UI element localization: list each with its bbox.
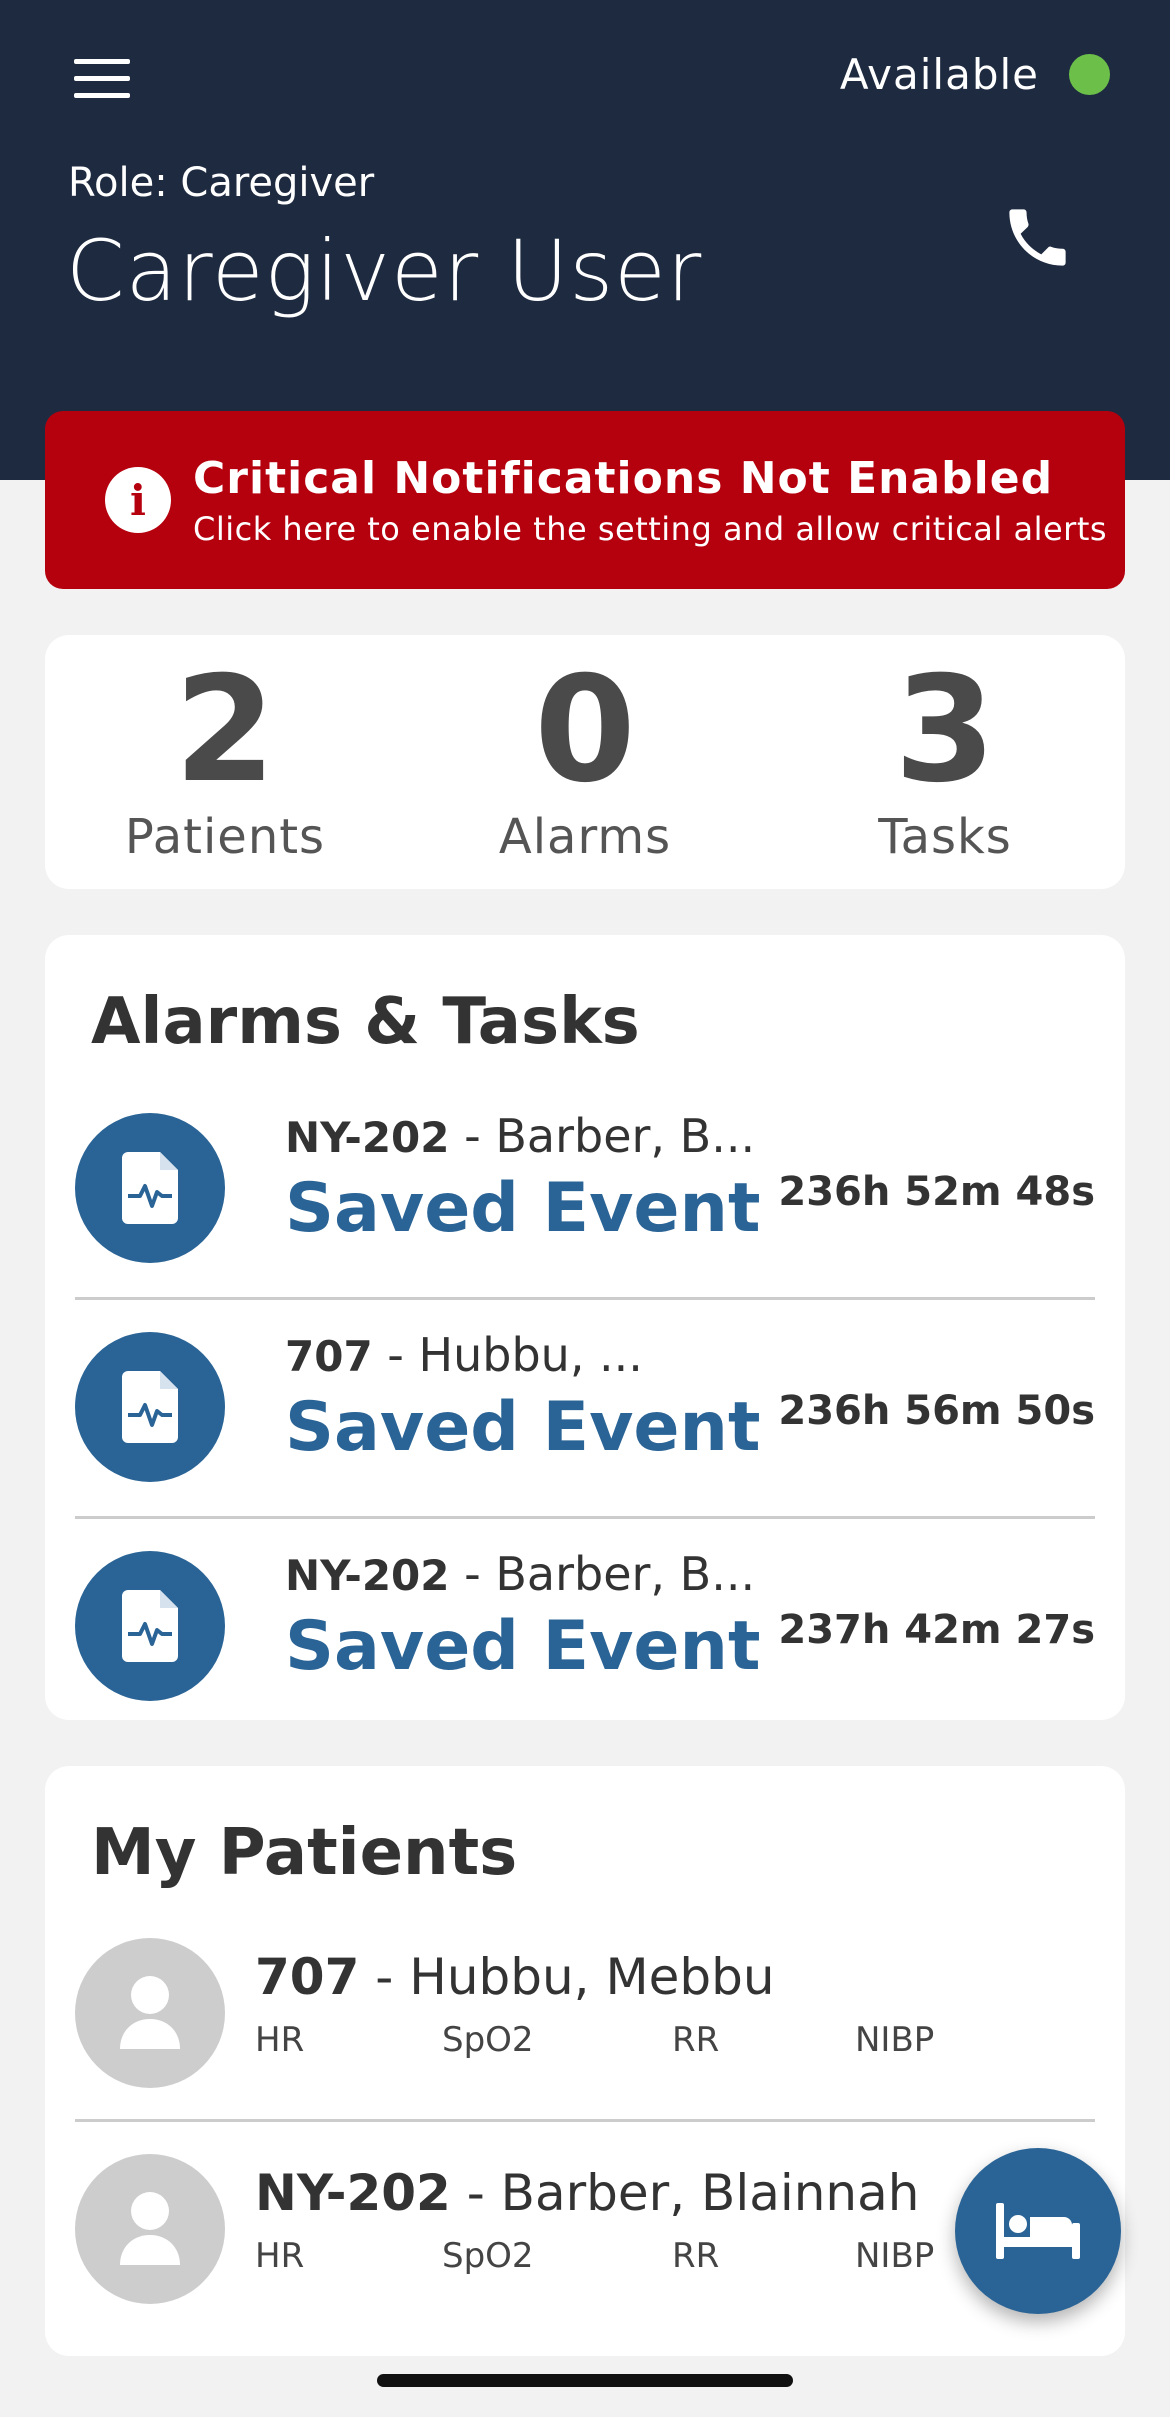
alarm-row[interactable]: 707 - Hubbu, ... Saved Event 236h 56m 50… [75,1300,1095,1519]
alarm-patient-name: Hubbu, ... [418,1328,643,1382]
stat-alarms[interactable]: 0 Alarms [405,635,765,889]
app-header: Available Role: Caregiver Caregiver User [0,0,1170,480]
patient-name: 707 - Hubbu, Mebbu [255,1948,775,2006]
patient-avatar-icon [75,1938,225,2088]
vital-hr: HR [255,2236,305,2276]
alarm-elapsed: 236h 56m 50s [778,1388,1095,1434]
alarm-separator: - [372,1328,419,1382]
stat-tasks[interactable]: 3 Tasks [765,635,1125,889]
alarm-separator: - [449,1547,496,1601]
saved-event-icon [75,1551,225,1701]
stat-value: 3 [894,645,996,815]
patient-row[interactable]: NY-202 - Barber, Blainnah HR SpO2 RR NIB… [75,2122,1095,2338]
alarm-row[interactable]: NY-202 - Barber, B... Saved Event 236h 5… [75,1081,1095,1300]
stat-value: 2 [174,645,276,815]
stat-label: Alarms [498,809,672,865]
vital-nibp: NIBP [855,2236,935,2276]
alarm-patient-name: Barber, B... [495,1109,756,1163]
alarm-room: NY-202 [285,1113,450,1162]
vital-spo2: SpO2 [442,2236,534,2276]
patient-full-name: Hubbu, Mebbu [409,1948,775,2006]
patient-separator: - [359,1948,410,2006]
stat-patients[interactable]: 2 Patients [45,635,405,889]
summary-card: 2 Patients 0 Alarms 3 Tasks [45,635,1125,889]
stat-label: Patients [124,809,326,865]
patient-full-name: Barber, Blainnah [500,2164,920,2222]
alarm-event-type: Saved Event [285,1388,761,1467]
vital-hr: HR [255,2020,305,2060]
alarm-elapsed: 236h 52m 48s [778,1169,1095,1215]
patient-avatar-icon [75,2154,225,2304]
patient-separator: - [450,2164,501,2222]
role-label: Role: Caregiver [68,160,375,206]
alarms-tasks-card: Alarms & Tasks NY-202 - Barber, B... Sav… [45,935,1125,1720]
bed-icon [996,2203,1080,2259]
alarm-patient: 707 - Hubbu, ... [285,1328,775,1382]
alarm-patient: NY-202 - Barber, B... [285,1547,775,1601]
vital-nibp: NIBP [855,2020,935,2060]
availability-status[interactable]: Available [840,50,1110,99]
banner-subtitle: Click here to enable the setting and all… [193,509,1108,548]
alarm-room: NY-202 [285,1551,450,1600]
availability-label: Available [839,50,1039,99]
saved-event-icon [75,1332,225,1482]
phone-icon[interactable] [1000,200,1075,275]
alarm-elapsed: 237h 42m 27s [778,1607,1095,1653]
hamburger-menu-icon[interactable] [74,59,130,99]
info-icon: i [105,467,171,533]
home-indicator[interactable] [377,2374,793,2387]
bed-fab-button[interactable] [955,2148,1121,2314]
section-title: Alarms & Tasks [91,985,640,1059]
section-title: My Patients [91,1816,518,1890]
alarm-row[interactable]: NY-202 - Barber, B... Saved Event 237h 4… [75,1519,1095,1738]
saved-event-icon [75,1113,225,1263]
alarm-separator: - [449,1109,496,1163]
alarm-event-type: Saved Event [285,1607,761,1686]
alarm-room: 707 [285,1332,373,1381]
availability-dot-icon [1069,54,1110,95]
user-name: Caregiver User [66,222,703,320]
patient-name: NY-202 - Barber, Blainnah [255,2164,919,2222]
patient-room: NY-202 [255,2164,451,2222]
vital-rr: RR [672,2020,720,2060]
stat-value: 0 [534,645,636,815]
alarm-patient: NY-202 - Barber, B... [285,1109,775,1163]
alarm-event-type: Saved Event [285,1169,761,1248]
patient-row[interactable]: 707 - Hubbu, Mebbu HR SpO2 RR NIBP [75,1906,1095,2122]
stat-label: Tasks [878,809,1012,865]
alarm-patient-name: Barber, B... [495,1547,756,1601]
patient-room: 707 [255,1948,360,2006]
critical-notifications-banner[interactable]: i Critical Notifications Not Enabled Cli… [45,411,1125,589]
banner-title: Critical Notifications Not Enabled [193,452,1054,504]
vital-rr: RR [672,2236,720,2276]
vital-spo2: SpO2 [442,2020,534,2060]
